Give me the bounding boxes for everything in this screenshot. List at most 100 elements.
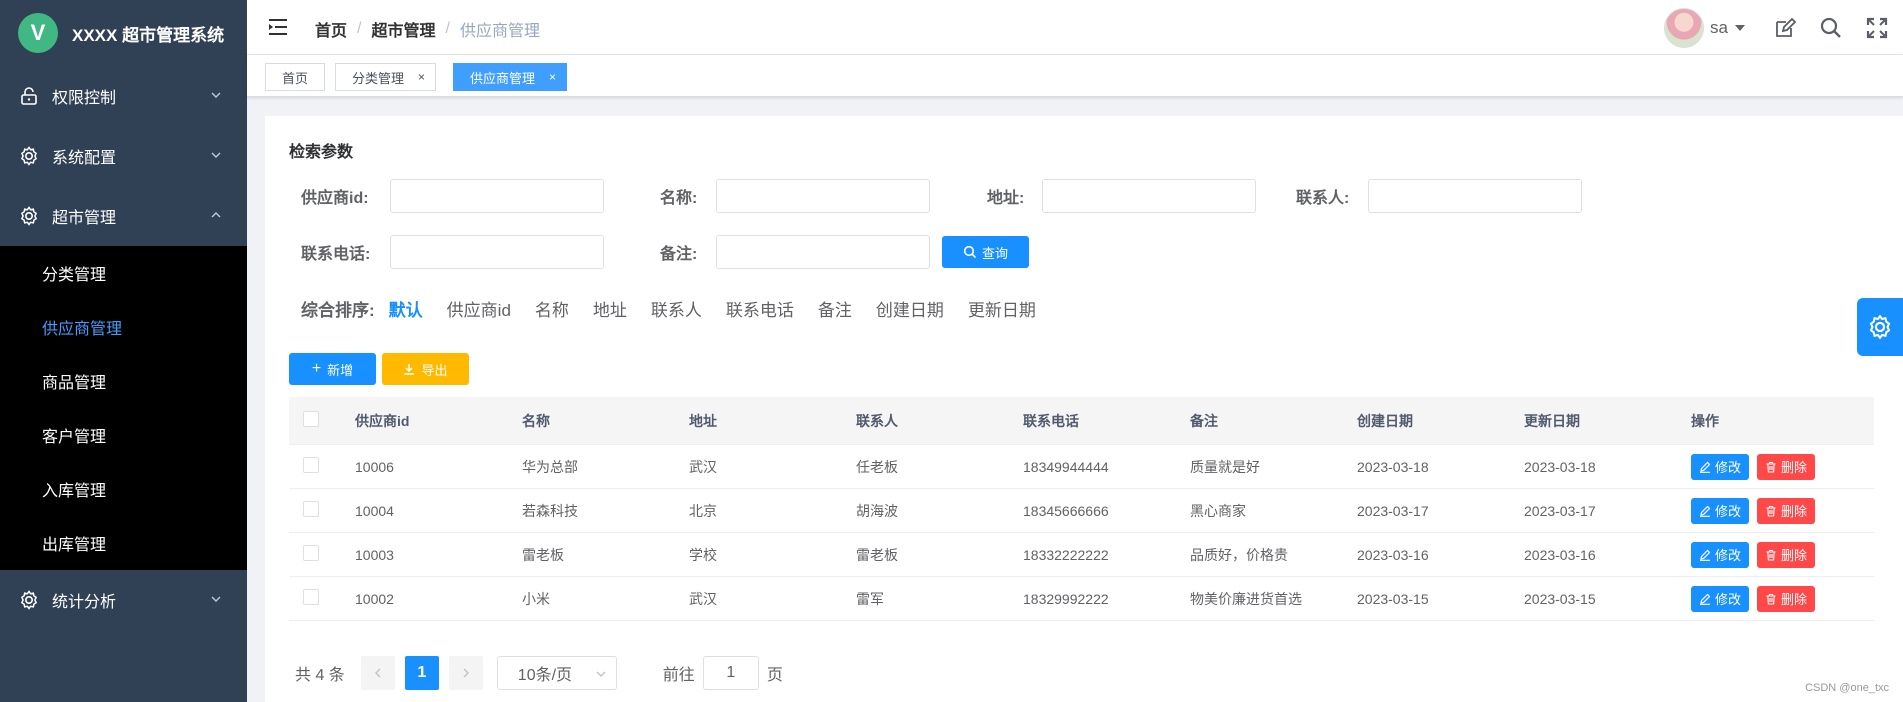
row-checkbox[interactable]: [303, 457, 319, 473]
column-header[interactable]: 备注: [1190, 411, 1357, 431]
export-button[interactable]: 导出: [382, 353, 469, 385]
column-header[interactable]: 名称: [522, 411, 689, 431]
tag-category[interactable]: 分类管理 ×: [335, 63, 437, 91]
add-button[interactable]: + 新增: [289, 353, 376, 385]
page-size-value: 10条/页: [517, 667, 573, 684]
prev-page-button[interactable]: [360, 656, 395, 690]
tag-supplier[interactable]: 供应商管理 ×: [453, 63, 568, 91]
table-cell: 18329992222: [1023, 590, 1109, 607]
table-cell: 武汉: [689, 590, 717, 607]
gear-icon: [18, 205, 40, 227]
tag-home[interactable]: 首页: [265, 63, 326, 91]
column-header[interactable]: 地址: [689, 411, 856, 431]
supplier-table: 供应商id 名称 地址 联系人 联系电话 备注 创建日期 更新日期 操作 100…: [289, 397, 1874, 621]
address-input[interactable]: [1042, 179, 1256, 213]
column-header[interactable]: 联系电话: [1023, 411, 1190, 431]
row-checkbox[interactable]: [303, 545, 319, 561]
sort-option-default[interactable]: 默认: [389, 296, 423, 321]
phone-input[interactable]: [390, 235, 604, 269]
sidebar-item-stock-out[interactable]: 出库管理: [0, 516, 247, 570]
sort-option-supplier-id[interactable]: 供应商id: [447, 296, 511, 321]
sort-option-updated[interactable]: 更新日期: [968, 296, 1036, 321]
table-row[interactable]: 10006 华为总部 武汉 任老板 18349944444 质量就是好 2023-03-18…: [289, 445, 1874, 489]
sidebar-item-category[interactable]: 分类管理: [0, 246, 247, 300]
remark-input[interactable]: [716, 235, 930, 269]
delete-button-label: 删除: [1781, 548, 1808, 563]
table-cell: 2023-03-17: [1357, 502, 1429, 519]
delete-button[interactable]: 删除: [1757, 497, 1816, 524]
phone-label: 联系电话:: [301, 246, 371, 263]
sort-option-contact[interactable]: 联系人: [651, 296, 702, 321]
edit-button[interactable]: 修改: [1691, 585, 1750, 612]
table-cell: 10004: [355, 502, 394, 519]
edit-button[interactable]: 修改: [1691, 541, 1750, 568]
select-all-checkbox[interactable]: [303, 411, 319, 427]
name-input[interactable]: [716, 179, 930, 213]
row-checkbox[interactable]: [303, 501, 319, 517]
sidebar-item-goods[interactable]: 商品管理: [0, 354, 247, 408]
column-header[interactable]: 供应商id: [355, 411, 522, 431]
sort-bar: 综合排序: 默认 供应商id 名称 地址 联系人 联系电话 备注 创建日期 更新…: [301, 296, 1060, 321]
table-row[interactable]: 10002 小米 武汉 雷军 18329992222 物美价廉进货首选 2023-03-15…: [289, 577, 1874, 621]
sort-option-name[interactable]: 名称: [535, 296, 569, 321]
supplier-id-input[interactable]: [390, 179, 604, 213]
next-page-button[interactable]: [448, 656, 483, 690]
column-header[interactable]: 创建日期: [1357, 411, 1524, 431]
sort-option-remark[interactable]: 备注: [818, 296, 852, 321]
gear-icon: [18, 589, 40, 611]
tag-label: 首页: [282, 70, 309, 86]
delete-button[interactable]: 删除: [1757, 585, 1816, 612]
table-cell: 2023-03-15: [1524, 590, 1596, 607]
settings-drawer-button[interactable]: [1857, 298, 1903, 356]
table-cell: 任老板: [856, 458, 898, 475]
delete-button[interactable]: 删除: [1757, 453, 1816, 480]
query-button[interactable]: 查询: [942, 236, 1029, 268]
sort-option-created[interactable]: 创建日期: [876, 296, 944, 321]
edit-button[interactable]: 修改: [1691, 453, 1750, 480]
sort-option-phone[interactable]: 联系电话: [726, 296, 794, 321]
goto-page-input[interactable]: 1: [702, 656, 759, 690]
table-body: 10006 华为总部 武汉 任老板 18349944444 质量就是好 2023-03-18…: [289, 445, 1874, 621]
menu-permission[interactable]: 权限控制: [0, 66, 247, 126]
search-icon[interactable]: [1819, 16, 1843, 40]
hamburger-icon[interactable]: [267, 16, 289, 38]
sidebar-item-stock-in[interactable]: 入库管理: [0, 462, 247, 516]
user-name[interactable]: sa: [1710, 18, 1728, 38]
query-button-label: 查询: [981, 245, 1008, 261]
edit-icon[interactable]: [1773, 16, 1797, 40]
menu-statistics[interactable]: 统计分析: [0, 570, 247, 630]
table-row[interactable]: 10003 雷老板 学校 雷老板 18332222222 品质好，价格贵 2023-03-1…: [289, 533, 1874, 577]
edit-button[interactable]: 修改: [1691, 497, 1750, 524]
submenu-supermarket: 分类管理 供应商管理 商品管理 客户管理 入库管理 出库管理: [0, 246, 247, 570]
breadcrumb-item-home[interactable]: 首页: [315, 17, 347, 41]
menu-supermarket[interactable]: 超市管理: [0, 186, 247, 246]
delete-button[interactable]: 删除: [1757, 541, 1816, 568]
sidebar-item-customer[interactable]: 客户管理: [0, 408, 247, 462]
gear-icon: [1869, 314, 1891, 340]
page-number[interactable]: 1: [404, 656, 439, 690]
breadcrumb-item-supermarket[interactable]: 超市管理: [371, 17, 435, 41]
column-header[interactable]: 更新日期: [1524, 411, 1691, 431]
menu-label: 系统配置: [52, 150, 117, 167]
table-cell: 雷老板: [856, 546, 898, 563]
edit-button-label: 修改: [1715, 460, 1742, 475]
menu-system-config[interactable]: 系统配置: [0, 126, 247, 186]
sort-option-address[interactable]: 地址: [593, 296, 627, 321]
contact-input[interactable]: [1368, 179, 1582, 213]
fullscreen-icon[interactable]: [1865, 16, 1889, 40]
table-row[interactable]: 10004 若森科技 北京 胡海波 18345666666 黑心商家 2023-03-17 2…: [289, 489, 1874, 533]
page-size-select[interactable]: 10条/页: [496, 656, 617, 690]
app-logo[interactable]: V XXXX 超市管理系统: [0, 0, 247, 66]
row-checkbox[interactable]: [303, 589, 319, 605]
trash-icon: [1766, 593, 1776, 605]
table-cell: 北京: [689, 502, 717, 519]
edit-icon: [1700, 593, 1711, 605]
delete-button-label: 删除: [1781, 504, 1808, 519]
header-right: sa: [1664, 0, 1903, 55]
close-icon[interactable]: ×: [418, 70, 425, 84]
sidebar-item-supplier[interactable]: 供应商管理: [0, 300, 247, 354]
avatar[interactable]: [1664, 7, 1705, 48]
caret-down-icon[interactable]: [1735, 24, 1745, 31]
column-header[interactable]: 联系人: [856, 411, 1023, 431]
close-icon[interactable]: ×: [549, 70, 556, 84]
